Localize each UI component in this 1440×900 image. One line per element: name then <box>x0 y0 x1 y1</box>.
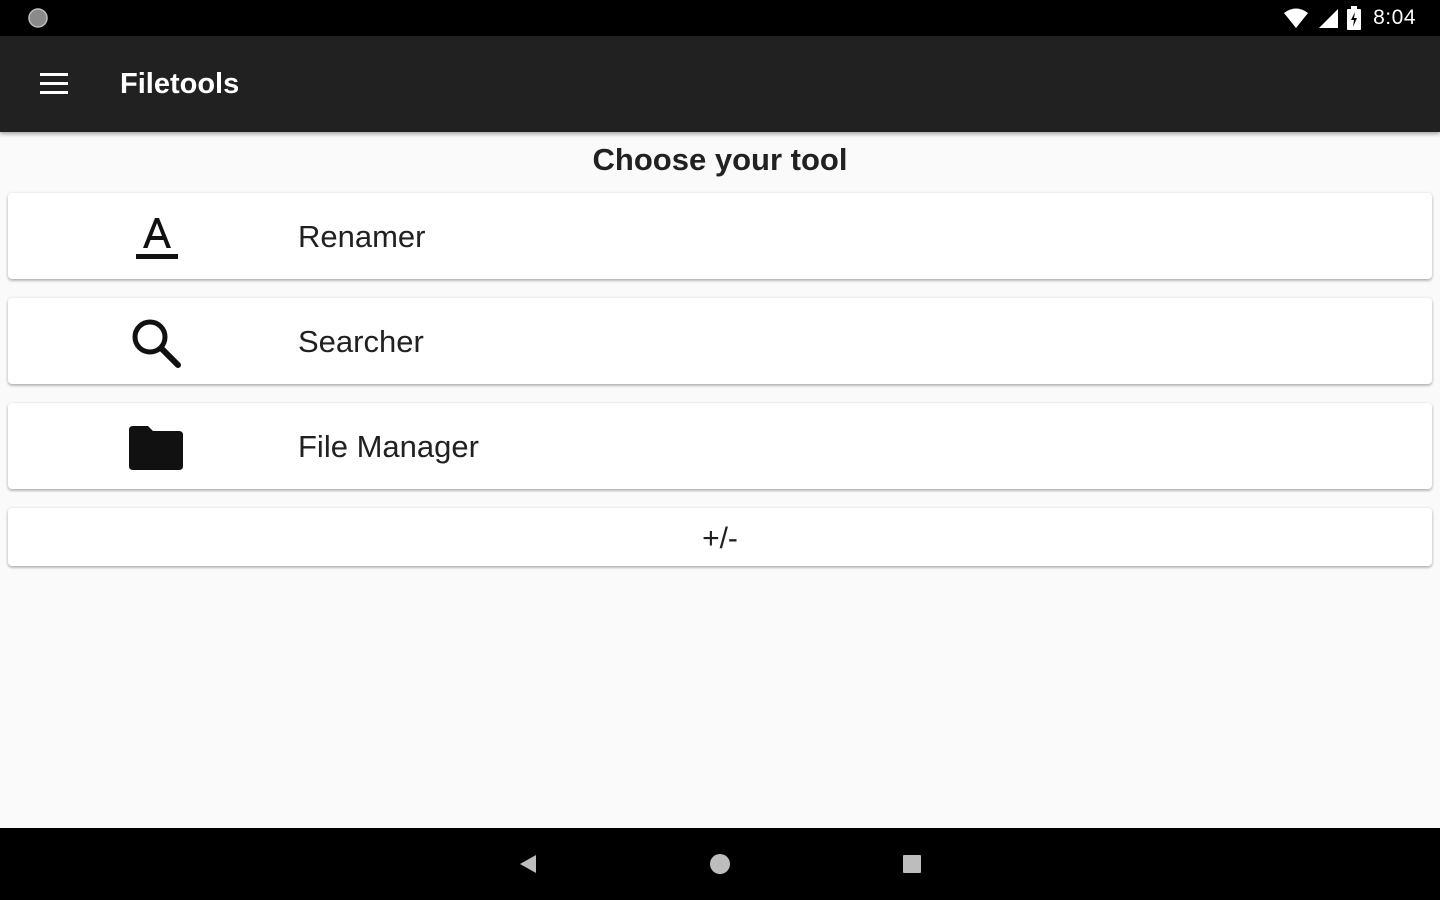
tool-label-renamer: Renamer <box>298 219 426 254</box>
system-dot-icon <box>28 8 48 28</box>
status-bar: 8:04 <box>0 0 1440 36</box>
tool-card-renamer[interactable]: Renamer <box>8 193 1432 279</box>
battery-charging-icon <box>1347 6 1362 30</box>
folder-icon <box>128 420 184 476</box>
back-icon[interactable] <box>516 852 540 876</box>
tool-label-file-manager: File Manager <box>298 429 479 464</box>
app-title: Filetools <box>120 68 240 100</box>
hamburger-menu-icon[interactable] <box>38 70 70 98</box>
page-heading: Choose your tool <box>592 142 848 177</box>
text-format-icon <box>128 210 184 266</box>
wifi-icon <box>1283 7 1309 29</box>
home-icon[interactable] <box>708 852 732 876</box>
recents-icon[interactable] <box>900 852 924 876</box>
tool-card-searcher[interactable]: Searcher <box>8 298 1432 384</box>
navigation-bar <box>0 828 1440 900</box>
toggle-tools-button[interactable]: +/- <box>8 508 1432 566</box>
cell-signal-icon <box>1317 7 1339 29</box>
app-bar: Filetools <box>0 36 1440 132</box>
status-clock: 8:04 <box>1373 6 1416 29</box>
tool-label-searcher: Searcher <box>298 324 424 359</box>
search-icon <box>128 315 184 371</box>
tool-card-file-manager[interactable]: File Manager <box>8 403 1432 489</box>
